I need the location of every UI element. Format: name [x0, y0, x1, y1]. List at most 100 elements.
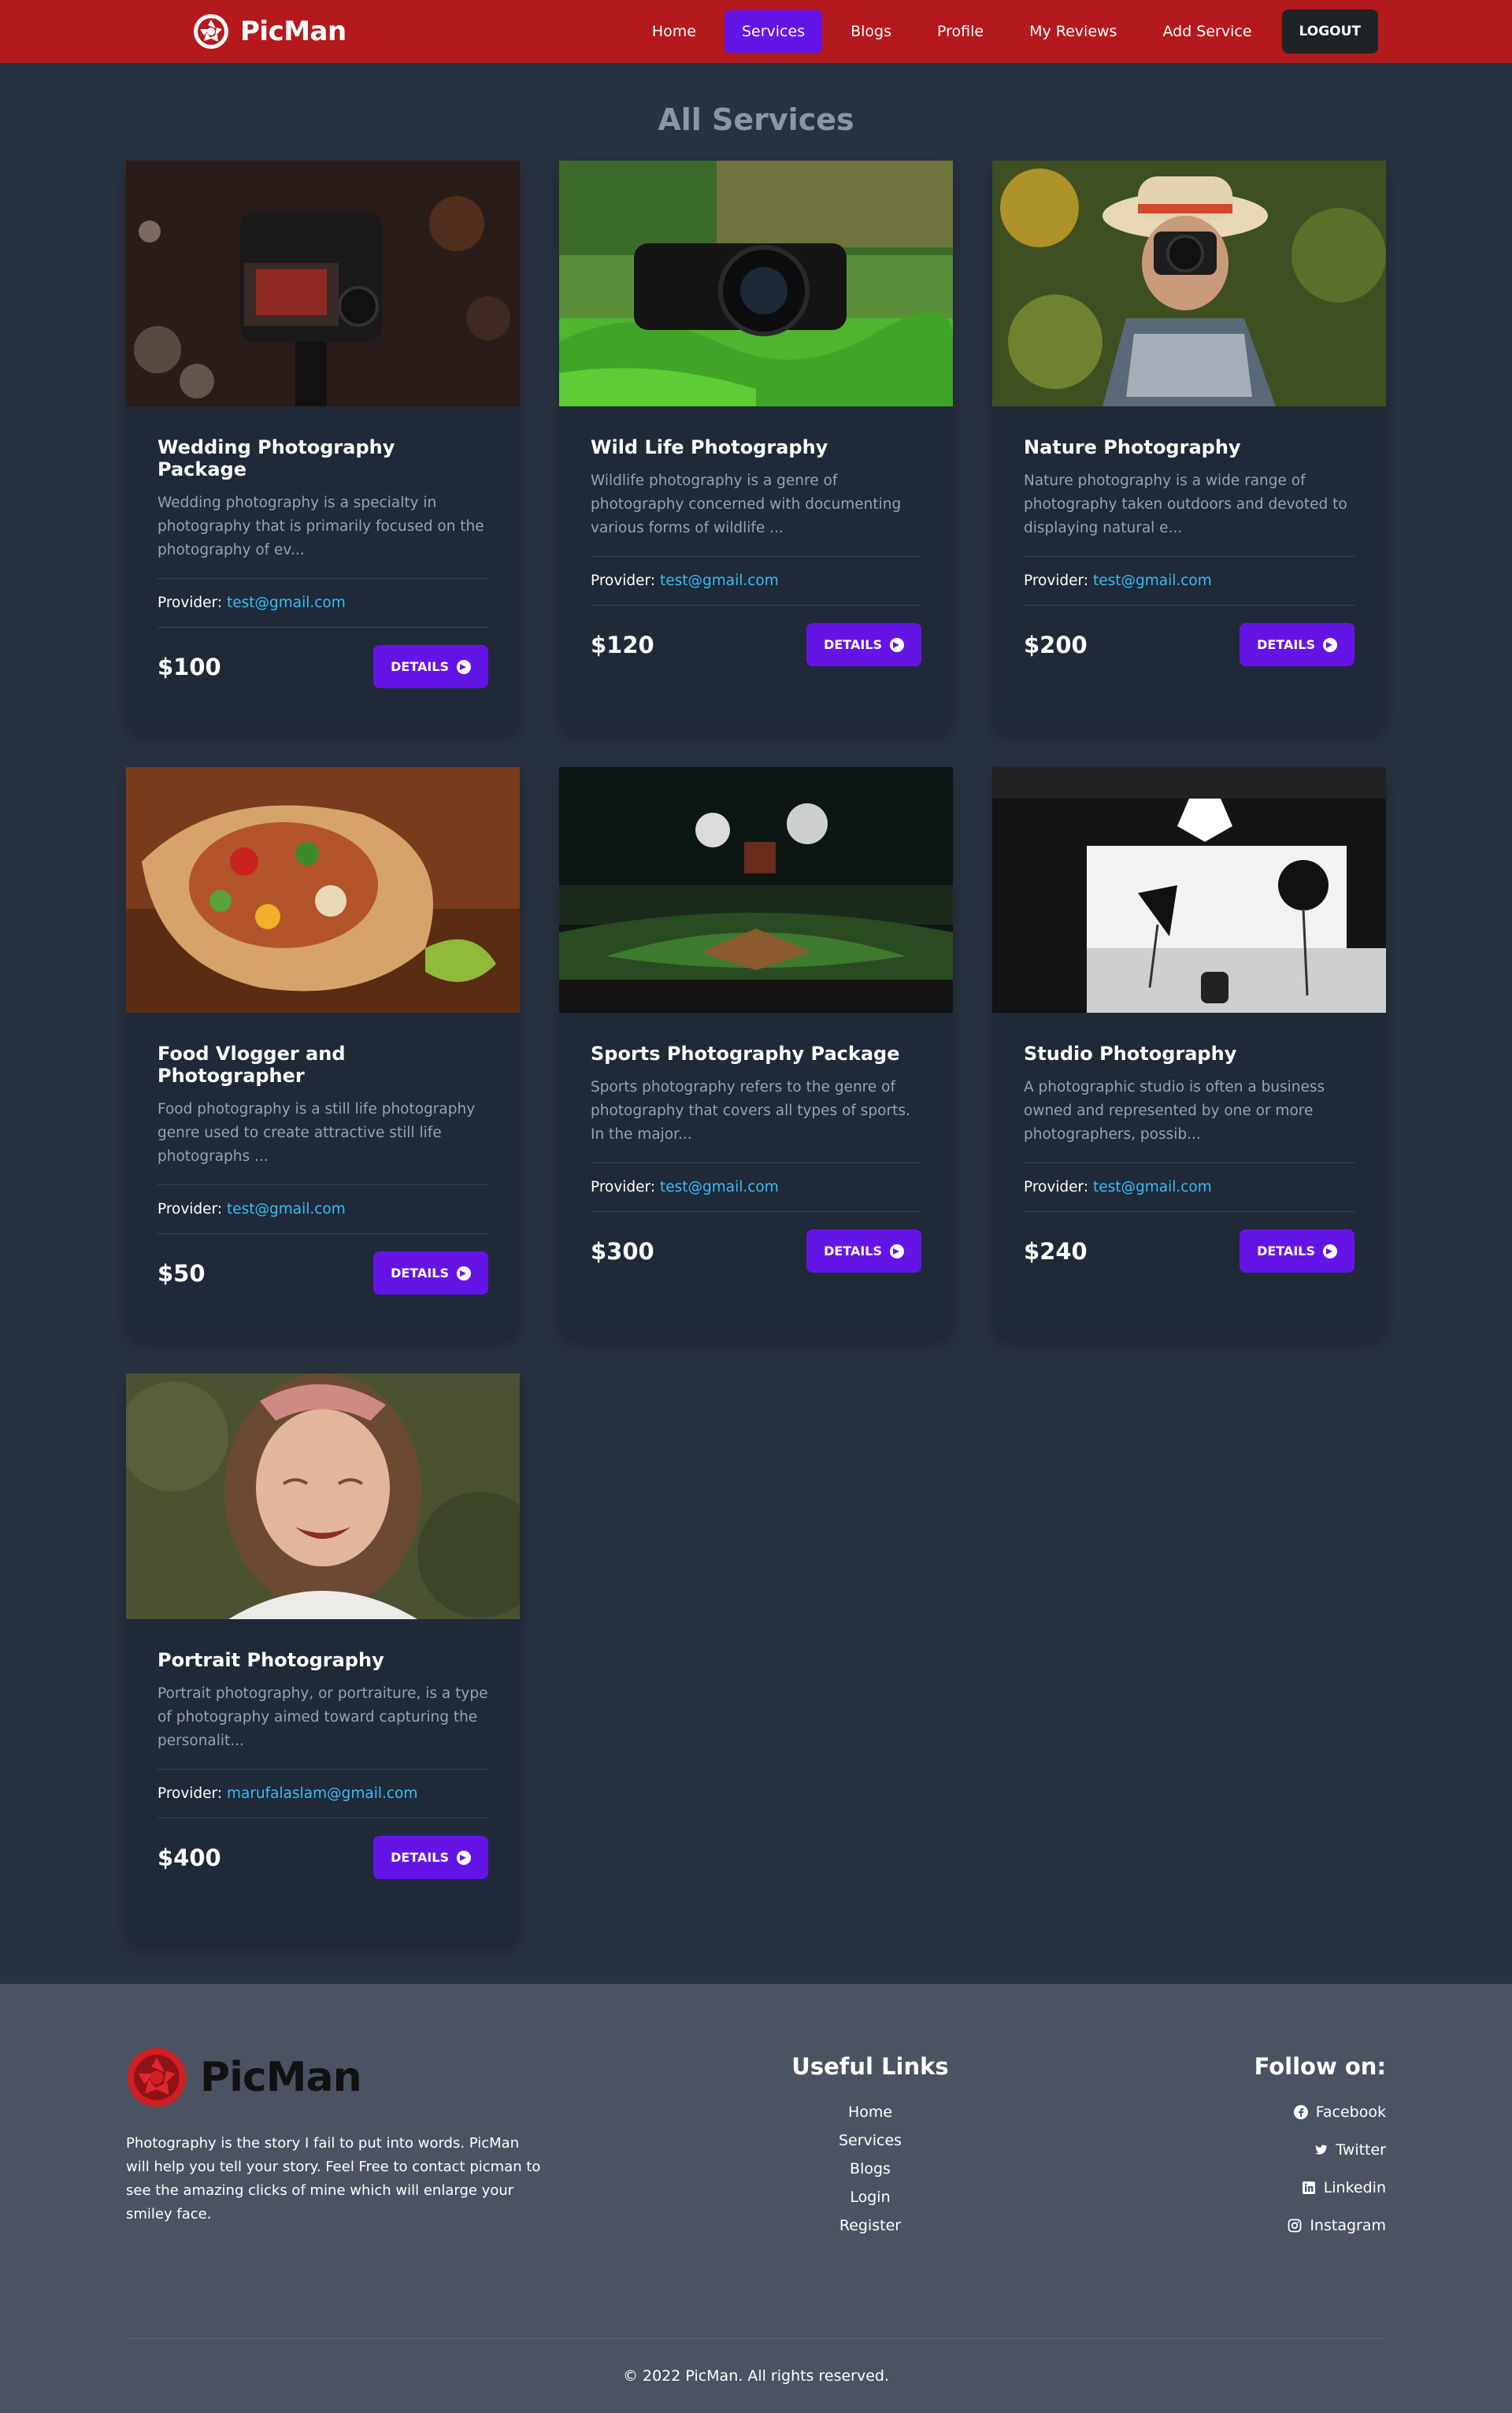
divider [158, 578, 488, 579]
details-label: DETAILS [1257, 1244, 1315, 1258]
card-footer: $100 DETAILS [158, 645, 488, 688]
service-title: Wedding Photography Package [158, 436, 395, 480]
card-footer: $200 DETAILS [1024, 623, 1354, 666]
footer-logo[interactable]: PicMan [126, 2047, 543, 2108]
service-card: Wedding Photography Package Wedding phot… [126, 161, 520, 732]
provider-email[interactable]: test@gmail.com [660, 1179, 779, 1195]
card-footer: $300 DETAILS [591, 1229, 921, 1273]
brand-name: PicMan [240, 16, 346, 47]
divider [591, 605, 921, 606]
social-link-instagram[interactable]: Instagram [1150, 2217, 1386, 2234]
card-footer: $400 DETAILS [158, 1836, 488, 1879]
nav-link-services[interactable]: Services [724, 10, 823, 53]
details-button[interactable]: DETAILS [806, 623, 921, 666]
arrow-right-circle-icon [1323, 637, 1337, 652]
details-button[interactable]: DETAILS [373, 1251, 488, 1295]
details-label: DETAILS [824, 637, 882, 652]
service-price: $50 [158, 1259, 206, 1287]
aperture-logo-icon [194, 14, 228, 49]
card-footer: $120 DETAILS [591, 623, 921, 666]
provider-label: Provider: [1024, 1179, 1089, 1195]
service-price: $100 [158, 653, 221, 680]
social-label: Facebook [1315, 2103, 1386, 2121]
divider [591, 1211, 921, 1212]
provider-label: Provider: [158, 1785, 223, 1802]
footer-about-text: Photography is the story I fail to put i… [126, 2135, 541, 2222]
divider [591, 1162, 921, 1163]
service-price: $300 [591, 1237, 654, 1265]
divider [158, 1769, 488, 1770]
provider-info: Provider: test@gmail.com [158, 1201, 488, 1218]
linkedin-icon [1302, 2181, 1315, 2194]
main-content: All Services Wedding Photography Package… [0, 63, 1512, 1984]
stadium-image [559, 767, 953, 1013]
provider-info: Provider: test@gmail.com [1024, 1179, 1354, 1195]
divider [1024, 605, 1354, 606]
footer-link-home[interactable]: Home [752, 2103, 988, 2121]
services-grid: Wedding Photography Package Wedding phot… [126, 161, 1386, 1944]
camera-on-tripod-image [126, 161, 520, 406]
logout-button[interactable]: LOGOUT [1281, 9, 1378, 54]
provider-email[interactable]: marufalaslam@gmail.com [227, 1785, 417, 1802]
service-card: Sports Photography Package Sports photog… [559, 767, 953, 1338]
provider-email[interactable]: test@gmail.com [660, 573, 779, 589]
provider-email[interactable]: test@gmail.com [1093, 1179, 1212, 1195]
provider-label: Provider: [591, 1179, 656, 1195]
service-card: Nature Photography Nature photography is… [992, 161, 1386, 732]
divider [1024, 1162, 1354, 1163]
provider-label: Provider: [1024, 573, 1089, 589]
service-price: $240 [1024, 1237, 1088, 1265]
brand-logo[interactable]: PicMan [193, 13, 346, 50]
photo-studio-image [992, 767, 1386, 1013]
instagram-icon [1288, 2218, 1302, 2233]
details-button[interactable]: DETAILS [806, 1229, 921, 1273]
provider-email[interactable]: test@gmail.com [227, 595, 346, 611]
footer-link-register[interactable]: Register [752, 2217, 988, 2234]
footer: PicMan Photography is the story I fail t… [0, 1984, 1512, 2413]
nav-link-home[interactable]: Home [635, 10, 713, 53]
details-label: DETAILS [391, 659, 449, 674]
details-button[interactable]: DETAILS [1240, 1229, 1354, 1273]
social-label: Twitter [1336, 2141, 1386, 2159]
provider-label: Provider: [158, 1201, 223, 1218]
provider-email[interactable]: test@gmail.com [227, 1201, 346, 1218]
service-title: Nature Photography [1024, 436, 1241, 458]
nav-link-profile[interactable]: Profile [920, 10, 1001, 53]
footer-link-blogs[interactable]: Blogs [752, 2160, 988, 2178]
service-description: Portrait photography, or portraiture, is… [158, 1685, 488, 1749]
arrow-right-circle-icon [890, 1244, 904, 1258]
details-button[interactable]: DETAILS [1240, 623, 1354, 666]
footer-link-services[interactable]: Services [752, 2132, 988, 2149]
girl-portrait-image [126, 1373, 520, 1619]
card-body: Wedding Photography Package Wedding phot… [126, 406, 520, 720]
arrow-right-circle-icon [457, 1266, 471, 1281]
social-link-twitter[interactable]: Twitter [1150, 2141, 1386, 2159]
service-price: $200 [1024, 631, 1088, 658]
details-button[interactable]: DETAILS [373, 1836, 488, 1879]
facebook-icon [1293, 2105, 1308, 2119]
nav-link-my-reviews[interactable]: My Reviews [1012, 10, 1134, 53]
arrow-right-circle-icon [1323, 1244, 1337, 1258]
social-link-facebook[interactable]: Facebook [1150, 2103, 1386, 2121]
divider [1024, 1211, 1354, 1212]
burrito-image [126, 767, 520, 1013]
service-card: Portrait Photography Portrait photograph… [126, 1373, 520, 1944]
useful-links-heading: Useful Links [791, 2053, 949, 2080]
provider-email[interactable]: test@gmail.com [1093, 573, 1212, 589]
service-title: Sports Photography Package [591, 1043, 900, 1065]
service-title: Studio Photography [1024, 1043, 1237, 1065]
service-title: Wild Life Photography [591, 436, 828, 458]
details-button[interactable]: DETAILS [373, 645, 488, 688]
service-price: $120 [591, 631, 654, 658]
arrow-right-circle-icon [890, 637, 904, 652]
nav-link-blogs[interactable]: Blogs [833, 10, 909, 53]
service-title: Food Vlogger and Photographer [158, 1043, 346, 1087]
social-link-linkedin[interactable]: Linkedin [1150, 2179, 1386, 2196]
service-card: Wild Life Photography Wildlife photograp… [559, 161, 953, 732]
service-description: Wedding photography is a specialty in ph… [158, 495, 484, 558]
footer-about-column: PicMan Photography is the story I fail t… [126, 2047, 543, 2338]
divider [158, 627, 488, 628]
footer-link-login[interactable]: Login [752, 2189, 988, 2206]
details-label: DETAILS [391, 1266, 449, 1281]
nav-link-add-service[interactable]: Add Service [1145, 10, 1269, 53]
